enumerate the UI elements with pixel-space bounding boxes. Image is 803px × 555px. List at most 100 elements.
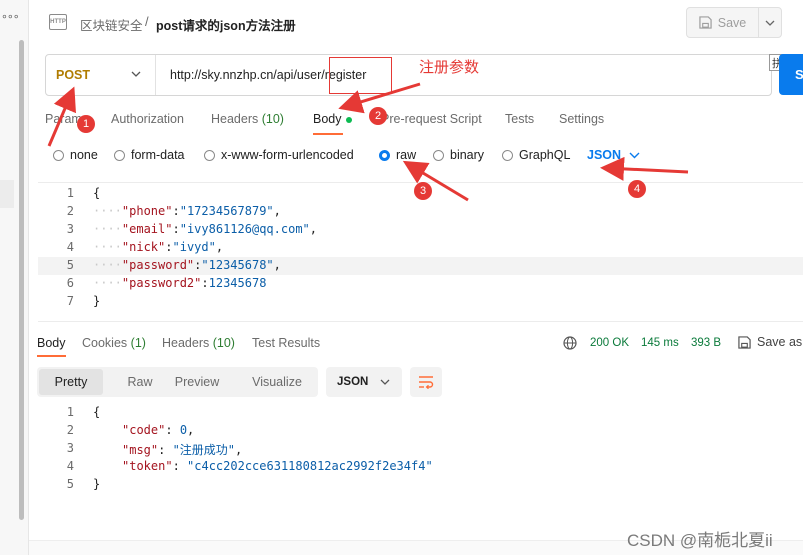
http-request-icon: HTTP [49, 14, 67, 30]
request-body-editor[interactable]: 1 2 3 4 5 6 7 { ····"phone":"17234567879… [38, 182, 803, 322]
json-value: 12345678 [208, 276, 267, 290]
response-language-select[interactable]: JSON [326, 367, 402, 397]
tab-authorization[interactable]: Authorization [111, 112, 184, 126]
more-dots-icon[interactable]: ∘∘∘ [1, 10, 20, 23]
json-key: "password" [121, 258, 195, 272]
tab-pre-request-script[interactable]: Pre-request Script [381, 112, 482, 126]
code-line: ····"password2":12345678 [93, 276, 267, 290]
body-type-none-radio[interactable]: none [53, 148, 98, 162]
line-number: 5 [66, 258, 74, 272]
code-line: { [93, 405, 101, 419]
method-select[interactable]: POST [46, 55, 156, 95]
body-type-graphql-radio[interactable]: GraphQL [502, 148, 570, 162]
line-number: 3 [66, 222, 74, 236]
request-header: HTTP 区块链安全 / post请求的json方法注册 Save [29, 0, 803, 46]
json-separator: : [158, 443, 173, 457]
view-raw-button[interactable]: Raw [115, 367, 165, 397]
radio-circle-checked [379, 149, 390, 161]
response-tab-cookies-count: (1) [130, 336, 146, 350]
annotation-marker-3: 3 [414, 182, 432, 200]
response-tab-body[interactable]: Body [37, 336, 66, 350]
json-value: "ivy861126@qq.com" [179, 222, 310, 236]
body-modified-dot [346, 117, 352, 123]
response-time[interactable]: 145 ms [641, 337, 679, 349]
url-base-text: http://sky.nnzhp.cn/api/user/ [170, 68, 325, 82]
send-button[interactable]: S [779, 54, 803, 95]
body-type-form-data-radio[interactable]: form-data [114, 148, 185, 162]
radio-circle [433, 149, 444, 161]
tab-body[interactable]: Body [313, 112, 342, 126]
response-tab-headers-count: (10) [212, 336, 235, 350]
tab-headers-label: Headers [211, 112, 259, 126]
method-label: POST [56, 68, 91, 82]
tab-headers-count: (10) [261, 112, 284, 126]
annotation-marker-4: 4 [628, 180, 646, 198]
response-view-segmented: Pretty Raw Preview Visualize [37, 367, 318, 397]
body-type-raw-radio[interactable]: raw [379, 148, 416, 162]
radio-circle [204, 149, 215, 161]
radio-label: raw [396, 148, 417, 162]
line-number: 6 [66, 276, 74, 290]
save-disk-icon [738, 335, 751, 349]
breadcrumb-request-name[interactable]: post请求的json方法注册 [156, 15, 296, 34]
line-number: 2 [66, 204, 74, 218]
response-body-viewer[interactable]: 1 2 3 4 5 { "code": 0, "msg": "注册成功", "t… [38, 402, 803, 532]
view-pretty-button[interactable]: Pretty [39, 369, 103, 395]
code-line: } [93, 477, 101, 491]
response-tab-cookies-label: Cookies [82, 336, 128, 350]
response-language-label: JSON [337, 376, 369, 388]
response-status[interactable]: 200 OK [590, 337, 629, 349]
line-number: 2 [66, 423, 74, 437]
code-line: ····"nick":"ivyd", [93, 240, 224, 254]
json-key: "code" [122, 423, 166, 437]
json-key: "nick" [121, 240, 166, 254]
save-response-button[interactable]: Save as [738, 335, 802, 349]
json-value: 0 [179, 423, 188, 437]
code-line: ····"email":"ivy861126@qq.com", [93, 222, 317, 236]
chevron-down-icon [629, 152, 640, 158]
radio-label: form-data [131, 148, 185, 162]
response-tab-active-indicator [37, 355, 66, 357]
sidebar-scrollbar[interactable] [19, 40, 24, 520]
globe-icon[interactable] [563, 336, 577, 350]
wrap-lines-icon [419, 376, 434, 389]
breadcrumb-collection[interactable]: 区块链安全 [80, 15, 143, 34]
raw-language-select[interactable]: JSON [587, 148, 640, 162]
json-separator: : [201, 276, 209, 290]
radio-label: GraphQL [519, 148, 571, 162]
response-size[interactable]: 393 B [691, 337, 721, 349]
annotation-arrow-4 [600, 156, 689, 181]
tab-tests[interactable]: Tests [505, 112, 534, 126]
response-tab-headers-label: Headers [162, 336, 210, 350]
code-line: ····"phone":"17234567879", [93, 204, 281, 218]
response-tab-cookies[interactable]: Cookies (1) [82, 336, 146, 350]
response-tab-test-results[interactable]: Test Results [252, 336, 320, 350]
body-type-urlencoded-radio[interactable]: x-www-form-urlencoded [204, 148, 354, 162]
line-number: 1 [66, 405, 74, 419]
response-tab-headers[interactable]: Headers (10) [162, 336, 235, 350]
line-number: 5 [66, 477, 74, 491]
save-button[interactable]: Save [687, 8, 759, 37]
tab-settings[interactable]: Settings [559, 112, 604, 126]
view-preview-button[interactable]: Preview [165, 367, 229, 397]
radio-label: none [70, 148, 98, 162]
body-type-binary-radio[interactable]: binary [433, 148, 484, 162]
raw-language-label: JSON [587, 148, 622, 162]
save-options-chevron-down-icon[interactable] [759, 20, 781, 26]
wrap-lines-button[interactable] [410, 367, 442, 397]
annotation-marker-2: 2 [369, 107, 387, 125]
endpoint-highlight-box [329, 57, 392, 94]
json-separator: : [172, 204, 180, 218]
tab-headers[interactable]: Headers (10) [211, 112, 284, 126]
view-visualize-button[interactable]: Visualize [242, 367, 312, 397]
json-comma: , [309, 222, 317, 236]
annotation-marker-1: 1 [77, 115, 95, 133]
json-key: "msg" [122, 443, 159, 457]
code-line: "code": 0, [122, 423, 194, 437]
code-line: { [93, 186, 101, 200]
json-separator: : [165, 423, 180, 437]
line-number: 7 [66, 294, 74, 308]
json-value: "17234567879" [179, 204, 274, 218]
sidebar-selected-item[interactable] [0, 180, 14, 208]
json-value: "12345678" [201, 258, 274, 272]
